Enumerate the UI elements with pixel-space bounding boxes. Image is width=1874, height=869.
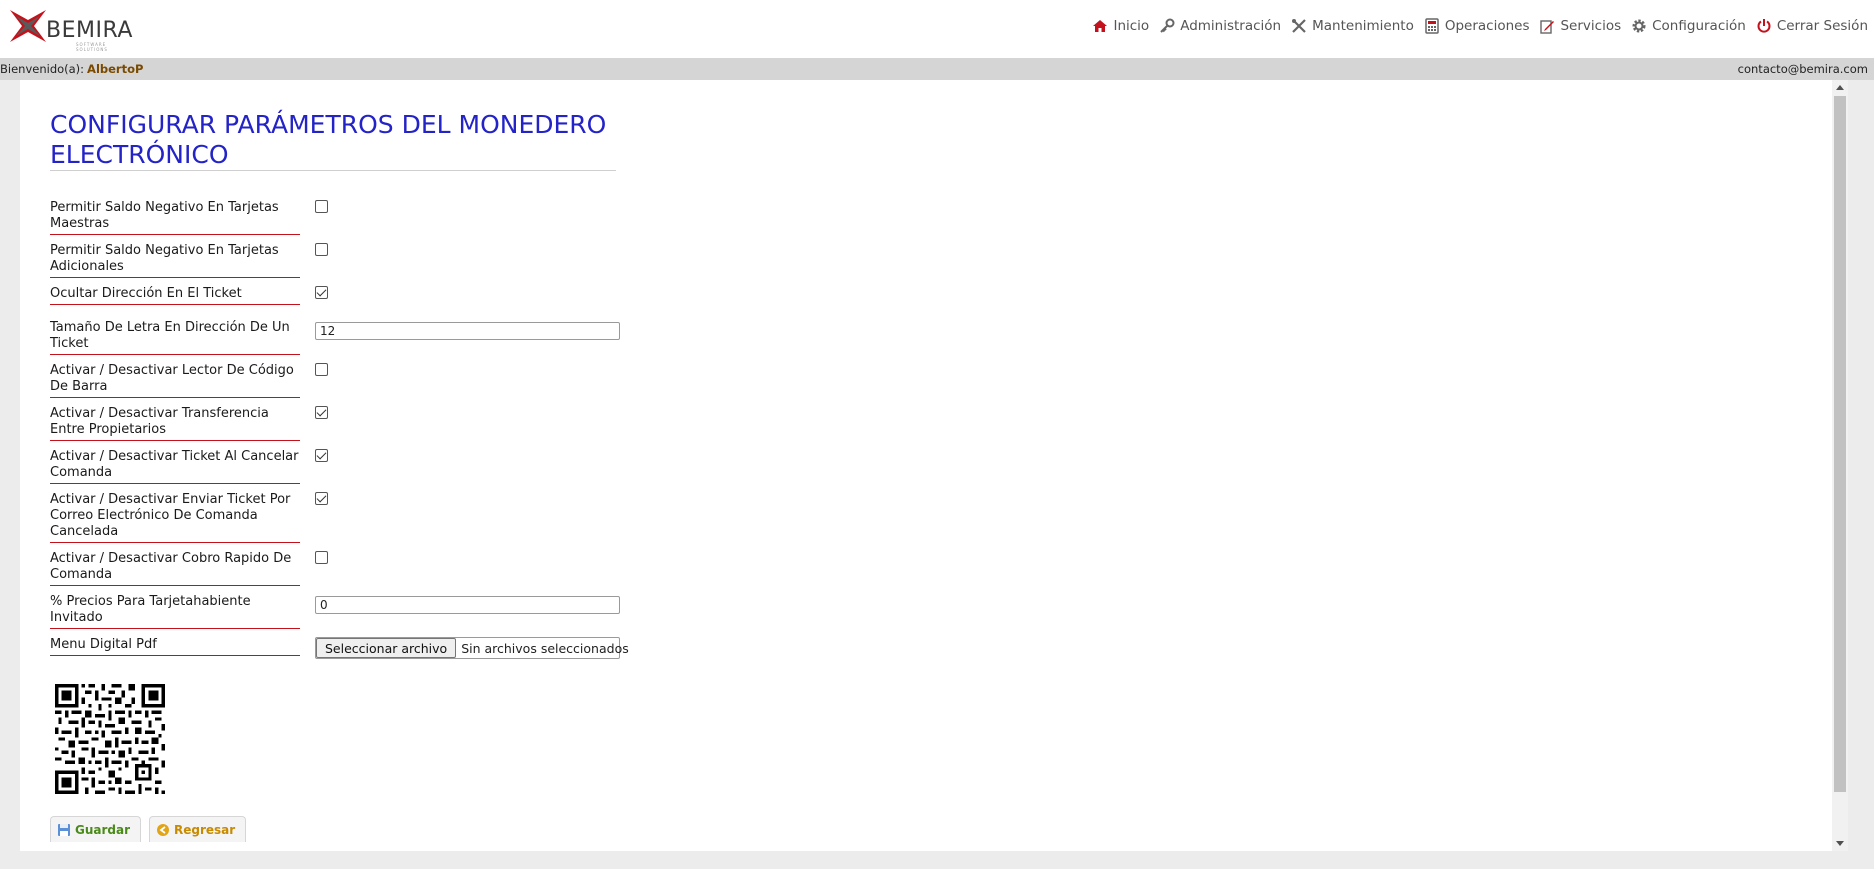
ticket-cancelar-comanda-checkbox[interactable] (315, 449, 328, 462)
ocultar-direccion-checkbox[interactable] (315, 286, 328, 299)
field-label: Permitir Saldo Negativo En Tarjetas Adic… (50, 243, 300, 278)
welcome-text: Bienvenido(a): AlbertoP (0, 62, 143, 76)
form-actions: Guardar Regresar (50, 816, 247, 842)
back-button[interactable]: Regresar (149, 816, 247, 842)
tamano-letra-input[interactable] (315, 322, 620, 340)
nav-label: Administración (1180, 18, 1282, 34)
nav-operaciones[interactable]: Operaciones (1424, 18, 1530, 34)
nav-label: Mantenimiento (1312, 18, 1414, 34)
nav-cerrar-sesion[interactable]: Cerrar Sesión (1756, 18, 1868, 34)
file-status: Sin archivos seleccionados (461, 640, 629, 656)
nav-mantenimiento[interactable]: Mantenimiento (1291, 18, 1414, 34)
welcome-prefix: Bienvenido(a): (0, 62, 85, 76)
nav-configuracion[interactable]: Configuración (1631, 18, 1746, 34)
content-frame: Configurar Parámetros del Monedero Elect… (0, 80, 1874, 869)
field-label: Activar / Desactivar Transferencia Entre… (50, 406, 300, 441)
precios-invitado-input[interactable] (315, 596, 620, 614)
field-label: Activar / Desactivar Cobro Rapido De Com… (50, 551, 300, 586)
page-title: Configurar Parámetros del Monedero Elect… (50, 110, 616, 171)
calculator-icon (1425, 18, 1439, 34)
menu-pdf-file-input[interactable]: Seleccionar archivo Sin archivos selecci… (315, 637, 629, 659)
floppy-icon (58, 823, 70, 836)
field-label: Permitir Saldo Negativo En Tarjetas Maes… (50, 200, 300, 235)
nav-administracion[interactable]: Administración (1159, 18, 1281, 34)
contact-email: contacto@bemira.com (1737, 62, 1868, 76)
cobro-rapido-checkbox[interactable] (315, 551, 328, 564)
lector-codigo-barra-checkbox[interactable] (315, 363, 328, 376)
home-icon (1093, 20, 1108, 32)
scroll-down-arrow[interactable] (1836, 841, 1844, 846)
field-label: Activar / Desactivar Enviar Ticket Por C… (50, 492, 300, 543)
tools-icon (1292, 19, 1306, 33)
vertical-scrollbar[interactable] (1832, 80, 1848, 851)
top-header: BEMIRA SOFTWARE SOLUTIONS Inicio Adminis… (0, 0, 1874, 56)
nav-label: Inicio (1113, 18, 1150, 34)
qr-code (55, 684, 165, 794)
config-panel: Configurar Parámetros del Monedero Elect… (0, 80, 1832, 851)
saldo-negativo-adicionales-checkbox[interactable] (315, 243, 328, 256)
save-label: Guardar (75, 822, 131, 837)
field-label: Ocultar Dirección En El Ticket (50, 286, 300, 305)
save-button[interactable]: Guardar (50, 816, 142, 842)
nav-label: Configuración (1652, 18, 1746, 34)
brand-name: BEMIRA (46, 18, 133, 43)
select-file-button[interactable]: Seleccionar archivo (316, 638, 457, 658)
nav-servicios[interactable]: Servicios (1539, 18, 1621, 34)
nav-inicio[interactable]: Inicio (1092, 18, 1149, 34)
back-label: Regresar (174, 822, 236, 837)
field-label: % Precios Para Tarjetahabiente Invitado (50, 594, 300, 629)
scroll-thumb[interactable] (1834, 96, 1846, 792)
bemira-star-icon (10, 10, 46, 42)
nav-label: Cerrar Sesión (1776, 18, 1868, 34)
nav-label: Servicios (1560, 18, 1622, 34)
scroll-up-arrow[interactable] (1836, 85, 1844, 90)
power-icon (1757, 19, 1771, 33)
back-arrow-icon (157, 823, 170, 836)
key-icon (1160, 18, 1175, 33)
field-label: Menu Digital Pdf (50, 637, 300, 656)
welcome-user: AlbertoP (87, 62, 144, 76)
field-label: Tamaño De Letra En Dirección De Un Ticke… (50, 320, 300, 355)
enviar-ticket-correo-checkbox[interactable] (315, 492, 328, 505)
nav-label: Operaciones (1444, 18, 1530, 34)
brand-tagline: SOFTWARE SOLUTIONS (76, 42, 108, 52)
edit-icon (1540, 20, 1555, 34)
field-label: Activar / Desactivar Lector De Código De… (50, 363, 300, 398)
field-label: Activar / Desactivar Ticket Al Cancelar … (50, 449, 300, 484)
welcome-bar: Bienvenido(a): AlbertoP contacto@bemira.c… (0, 58, 1874, 80)
transferencia-propietarios-checkbox[interactable] (315, 406, 328, 419)
main-nav: Inicio Administración Mantenimiento Oper… (1082, 14, 1868, 38)
gear-icon (1632, 19, 1646, 33)
saldo-negativo-maestras-checkbox[interactable] (315, 200, 328, 213)
bemira-logo[interactable]: BEMIRA SOFTWARE SOLUTIONS (6, 6, 136, 52)
